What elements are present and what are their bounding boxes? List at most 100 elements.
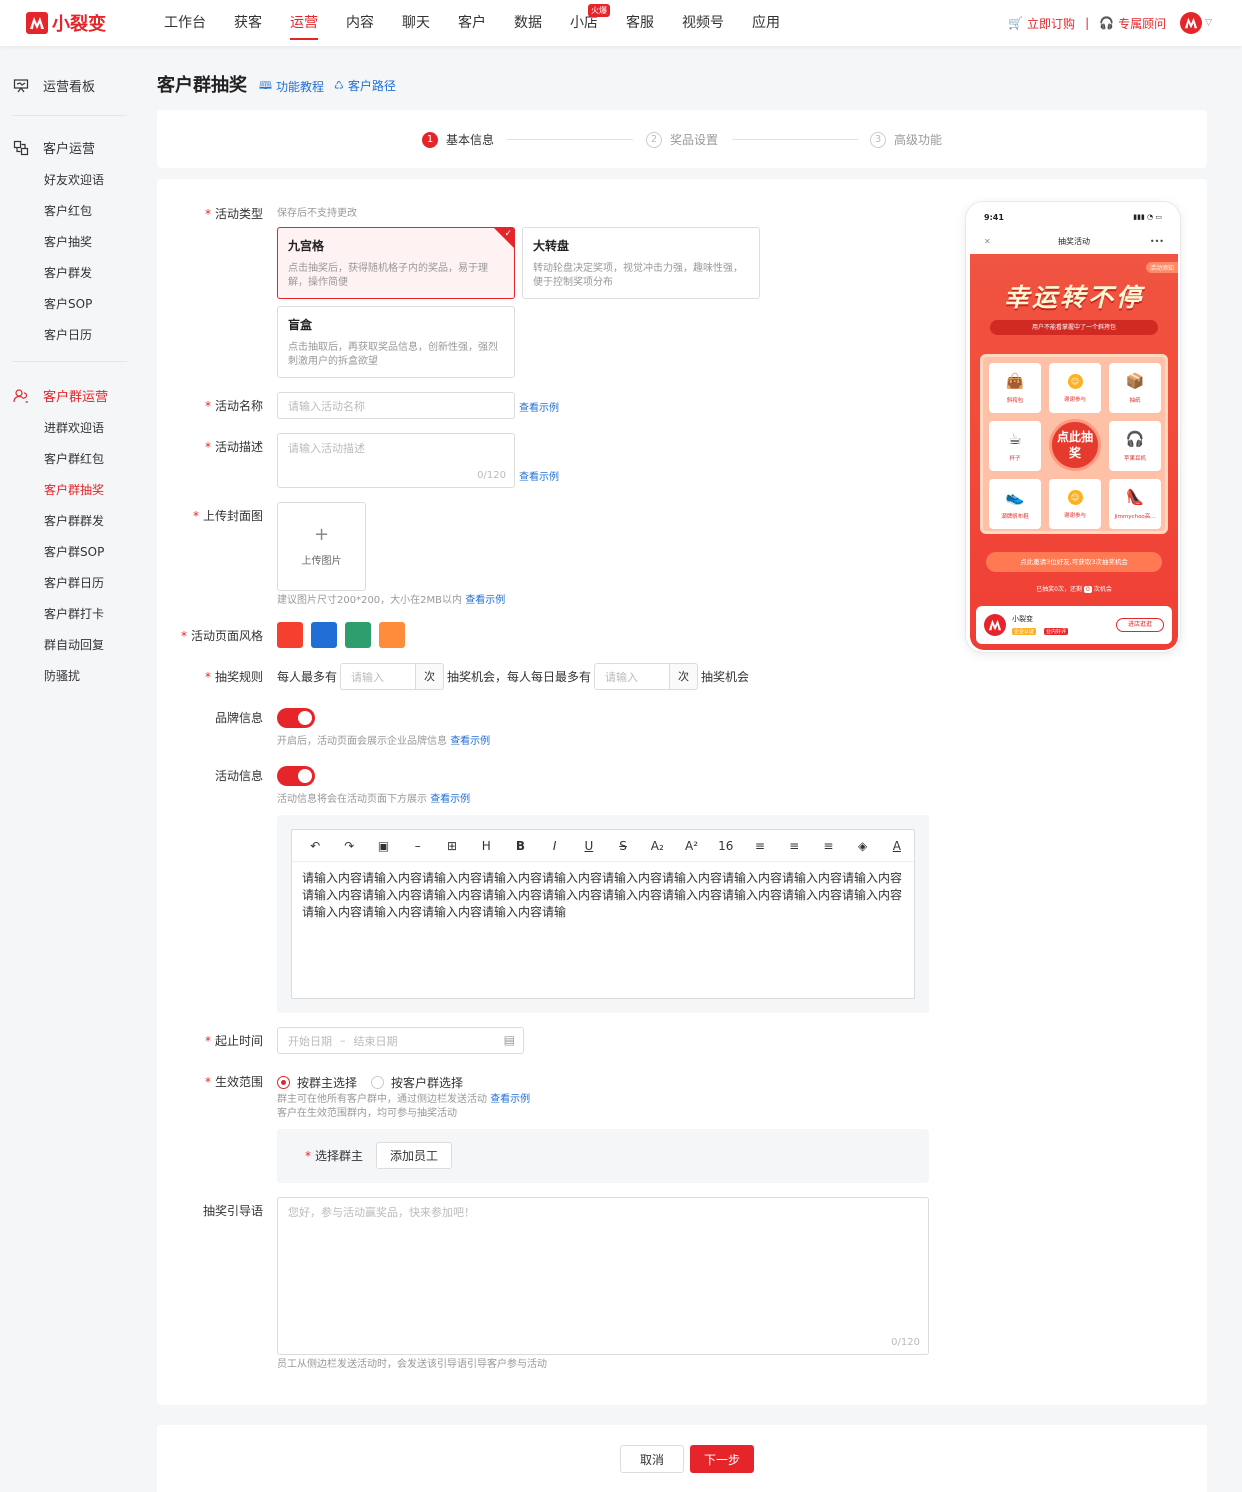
- sidebar-item-group-4[interactable]: 客户群SOP: [44, 544, 104, 560]
- table-icon[interactable]: ⊞: [435, 839, 469, 853]
- brand-example-link[interactable]: 查看示例: [450, 736, 490, 747]
- style-swatch-2[interactable]: [345, 622, 371, 648]
- sidebar-item-group-1[interactable]: 客户群红包: [44, 451, 104, 467]
- headset-icon[interactable]: 🎧: [1099, 16, 1114, 30]
- nav-item-2[interactable]: 运营: [276, 0, 332, 46]
- prize-cell: ☺ 谢谢参与: [1049, 363, 1101, 413]
- sidebar-label: 客户群运营: [43, 390, 109, 405]
- step-prize-settings[interactable]: 2 奖品设置: [646, 131, 718, 148]
- align-right-icon[interactable]: ≡: [811, 839, 845, 853]
- sidebar-item-group-3[interactable]: 客户群群发: [44, 513, 104, 529]
- subscript-icon[interactable]: A₂: [640, 839, 674, 853]
- divider-icon[interactable]: –: [401, 839, 435, 853]
- cover-example-link[interactable]: 查看示例: [465, 595, 505, 606]
- fill-color-icon[interactable]: ◈: [846, 839, 880, 853]
- sidebar-item-customer-2[interactable]: 客户抽奖: [44, 234, 92, 250]
- sidebar-item-group-0[interactable]: 进群欢迎语: [44, 420, 104, 436]
- desc-example-link[interactable]: 查看示例: [519, 468, 559, 483]
- sidebar-item-dashboard[interactable]: 运营看板: [12, 76, 95, 95]
- chevron-down-icon[interactable]: ▽: [1205, 18, 1212, 28]
- date-range-picker[interactable]: 开始日期 – 结束日期 ▤: [277, 1027, 524, 1054]
- name-example-link[interactable]: 查看示例: [519, 399, 559, 414]
- consultant-link[interactable]: 专属顾问: [1118, 15, 1166, 32]
- next-button[interactable]: 下一步: [690, 1445, 754, 1473]
- nav-item-0[interactable]: 工作台: [150, 0, 220, 46]
- brand-card-name: 小裂变: [1012, 615, 1033, 623]
- bold-icon[interactable]: B: [503, 839, 537, 853]
- sidebar-item-customer-4[interactable]: 客户SOP: [44, 296, 92, 312]
- sidebar-item-group-7[interactable]: 群自动回复: [44, 637, 104, 653]
- nav-item-3[interactable]: 内容: [332, 0, 388, 46]
- step-advanced[interactable]: 3 高级功能: [870, 131, 942, 148]
- nav-item-10[interactable]: 应用: [738, 0, 794, 46]
- guide-placeholder: 您好，参与活动赢奖品，快来参加吧！: [288, 1206, 475, 1219]
- scope-radio-owner[interactable]: 按群主选择: [277, 1074, 357, 1091]
- logo-icon: [26, 12, 48, 34]
- step-connector: [732, 139, 858, 140]
- activity-desc-textarea[interactable]: 请输入活动描述 0/120: [277, 433, 515, 488]
- type-option-blindbox[interactable]: 盲盒 点击抽取后，再获取奖品信息，创新性强，强烈刺激用户的拆盒欲望: [277, 306, 515, 378]
- underline-icon[interactable]: U: [572, 839, 606, 853]
- style-swatch-0[interactable]: [277, 622, 303, 648]
- heading-icon[interactable]: H: [469, 839, 503, 853]
- sidebar-group-group-ops[interactable]: 客户群运营: [12, 386, 108, 405]
- plus-icon: +: [313, 524, 330, 545]
- brand-info-toggle[interactable]: [277, 708, 315, 728]
- strikethrough-icon[interactable]: S: [606, 839, 640, 853]
- brand-logo[interactable]: 小裂变: [26, 10, 106, 36]
- redo-icon[interactable]: ↷: [332, 839, 366, 853]
- font-size-icon[interactable]: 16: [709, 839, 743, 853]
- customer-path-link[interactable]: ♺ 客户路径: [334, 77, 396, 94]
- type-option-wheel[interactable]: 大转盘 转动轮盘决定奖项，视觉冲击力强，趣味性强，便于控制奖项分布: [522, 227, 760, 299]
- scope-radio-group[interactable]: 按客户群选择: [371, 1074, 463, 1091]
- align-left-icon[interactable]: ≡: [743, 839, 777, 853]
- nav-item-1[interactable]: 获客: [220, 0, 276, 46]
- sidebar-item-customer-5[interactable]: 客户日历: [44, 327, 92, 343]
- hot-badge: 火爆: [588, 4, 610, 17]
- scope-example-link[interactable]: 查看示例: [490, 1094, 530, 1105]
- nav-item-7[interactable]: 小店 火爆: [556, 0, 612, 46]
- avatar[interactable]: [1180, 12, 1203, 34]
- add-employee-button[interactable]: 添加员工: [376, 1142, 452, 1169]
- undo-icon[interactable]: ↶: [298, 839, 332, 853]
- type-option-grid[interactable]: 九宫格 点击抽奖后，获得随机格子内的奖品，易于理解，操作简便 ✓: [277, 227, 515, 299]
- nav-item-9[interactable]: 视频号: [668, 0, 738, 46]
- font-color-icon[interactable]: A: [880, 839, 914, 853]
- upload-image-button[interactable]: + 上传图片: [277, 502, 366, 591]
- sidebar-item-customer-3[interactable]: 客户群发: [44, 265, 92, 281]
- cancel-button[interactable]: 取消: [620, 1445, 684, 1473]
- nav-item-6[interactable]: 数据: [500, 0, 556, 46]
- sidebar-item-customer-1[interactable]: 客户红包: [44, 203, 92, 219]
- step-basic-info[interactable]: 1 基本信息: [422, 131, 494, 148]
- step-label: 奖品设置: [670, 133, 719, 147]
- style-swatch-3[interactable]: [379, 622, 405, 648]
- guide-textarea[interactable]: 您好，参与活动赢奖品，快来参加吧！ 0/120: [277, 1197, 929, 1355]
- sidebar-item-group-2[interactable]: 客户群抽奖: [44, 482, 104, 498]
- name-label: * 活动名称: [204, 399, 263, 413]
- activity-info-toggle[interactable]: [277, 766, 315, 786]
- superscript-icon[interactable]: A²: [674, 839, 708, 853]
- nav-item-5[interactable]: 客户: [444, 0, 500, 46]
- sidebar-item-customer-0[interactable]: 好友欢迎语: [44, 172, 104, 188]
- image-icon[interactable]: ▣: [366, 839, 400, 853]
- sidebar-group-customer-ops[interactable]: 客户运营: [12, 138, 95, 157]
- rule-text-3: 抽奖机会: [701, 670, 750, 684]
- italic-icon[interactable]: I: [538, 839, 572, 853]
- activity-example-link[interactable]: 查看示例: [430, 794, 470, 805]
- sidebar-item-group-5[interactable]: 客户群日历: [44, 575, 104, 591]
- sidebar-item-group-6[interactable]: 客户群打卡: [44, 606, 104, 622]
- align-center-icon[interactable]: ≡: [777, 839, 811, 853]
- style-swatch-1[interactable]: [311, 622, 337, 648]
- path-link-label: 客户路径: [347, 79, 396, 93]
- nav-item-8[interactable]: 客服: [612, 0, 668, 46]
- total-chances-input[interactable]: 请输入: [340, 663, 416, 690]
- daily-chances-input[interactable]: 请输入: [594, 663, 670, 690]
- winner-ticker: 用户不能看掌握中了一个斜挎包: [990, 320, 1158, 335]
- tutorial-link[interactable]: 🕮 功能教程: [259, 77, 324, 96]
- cart-icon[interactable]: 🛒: [1008, 16, 1023, 30]
- activity-name-input[interactable]: 请输入活动名称: [277, 392, 515, 419]
- sidebar-item-group-8[interactable]: 防骚扰: [44, 668, 80, 684]
- editor-content[interactable]: 请输入内容请输入内容请输入内容请输入内容请输入内容请输入内容请输入内容请输入内容…: [292, 862, 914, 929]
- order-link[interactable]: 立即订购: [1027, 15, 1075, 32]
- nav-item-4[interactable]: 聊天: [388, 0, 444, 46]
